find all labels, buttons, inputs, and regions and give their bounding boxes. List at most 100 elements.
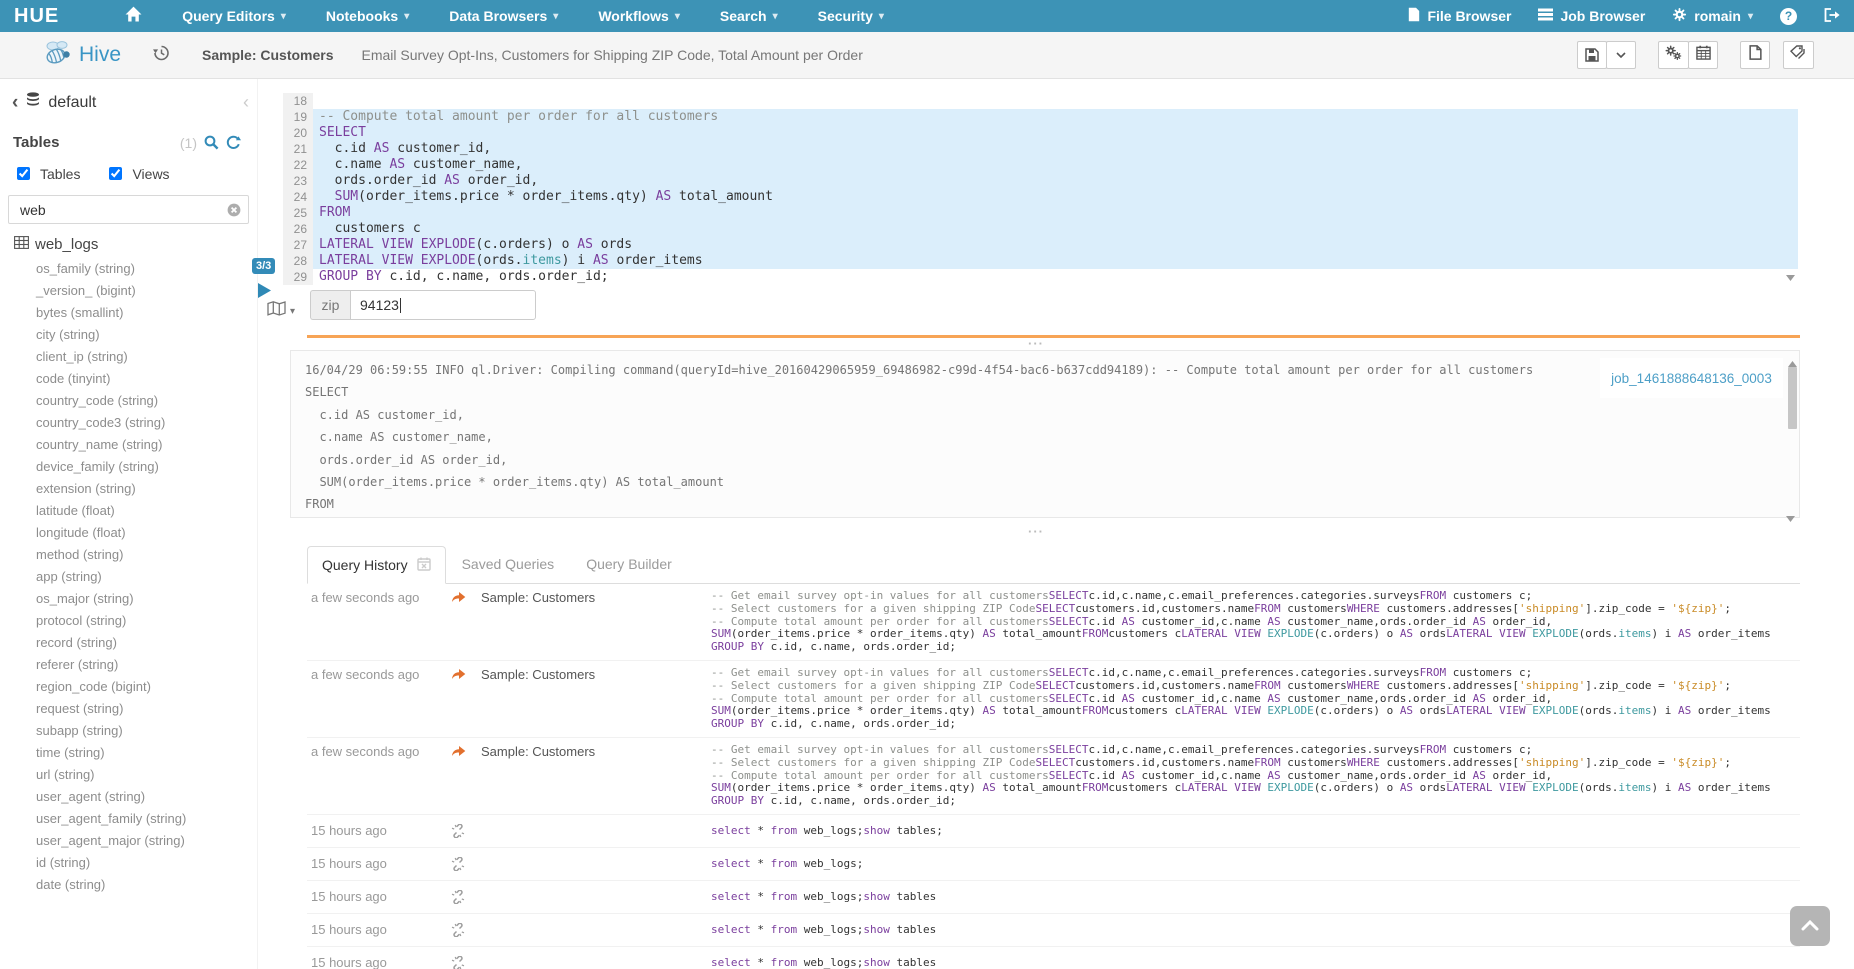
column-item[interactable]: _version_ (bigint)	[36, 280, 257, 302]
settings-button[interactable]	[1658, 41, 1689, 69]
back-chevron-icon[interactable]: ‹	[12, 96, 18, 110]
editor-line[interactable]: 19-- Compute total amount per order for …	[283, 109, 1798, 125]
hue-logo[interactable]: HUE	[14, 5, 59, 28]
variables-menu-button[interactable]: ▾	[267, 301, 295, 321]
collapse-panel-icon[interactable]: ‹	[243, 92, 249, 113]
column-item[interactable]: user_agent_major (string)	[36, 830, 257, 852]
column-item[interactable]: device_family (string)	[36, 456, 257, 478]
scroll-to-top-button[interactable]	[1790, 906, 1830, 946]
job-link[interactable]: job_1461888648136_0003	[1611, 371, 1772, 386]
views-checkbox[interactable]	[109, 167, 122, 180]
column-item[interactable]: country_code3 (string)	[36, 412, 257, 434]
tab-query-history[interactable]: Query History	[307, 546, 446, 584]
nav-menu-search[interactable]: Search▾	[720, 8, 778, 24]
column-item[interactable]: referer (string)	[36, 654, 257, 676]
column-item[interactable]: longitude (float)	[36, 522, 257, 544]
log-panel[interactable]: 16/04/29 06:59:55 INFO ql.Driver: Compil…	[290, 350, 1800, 518]
column-item[interactable]: subapp (string)	[36, 720, 257, 742]
nav-menu-security[interactable]: Security▾	[818, 8, 884, 24]
column-item[interactable]: id (string)	[36, 852, 257, 874]
refresh-icon[interactable]	[226, 135, 241, 150]
query-history-row[interactable]: a few seconds agoSample: Customers-- Get…	[307, 661, 1800, 738]
save-dropdown-button[interactable]	[1606, 41, 1636, 69]
save-button[interactable]	[1577, 41, 1607, 69]
execute-button[interactable]	[258, 283, 271, 298]
column-item[interactable]: url (string)	[36, 764, 257, 786]
editor-line[interactable]: 21 c.id AS customer_id,	[283, 141, 1798, 157]
history-icon[interactable]	[153, 45, 170, 66]
column-item[interactable]: extension (string)	[36, 478, 257, 500]
column-item[interactable]: request (string)	[36, 698, 257, 720]
editor-line[interactable]: 23 ords.order_id AS order_id,	[283, 173, 1798, 189]
editor-line[interactable]: 25FROM	[283, 205, 1798, 221]
column-item[interactable]: city (string)	[36, 324, 257, 346]
nav-menu-query-editors[interactable]: Query Editors▾	[182, 8, 286, 24]
column-item[interactable]: user_agent (string)	[36, 786, 257, 808]
help-button[interactable]: ?	[1780, 8, 1797, 25]
code-editor[interactable]: 1819-- Compute total amount per order fo…	[283, 93, 1798, 285]
new-query-button[interactable]	[1740, 41, 1770, 69]
clear-search-icon[interactable]	[227, 203, 241, 217]
query-history-row[interactable]: a few seconds agoSample: Customers-- Get…	[307, 738, 1800, 815]
logout-button[interactable]	[1824, 8, 1840, 25]
column-item[interactable]: date (string)	[36, 874, 257, 896]
editor-line[interactable]: 27LATERAL VIEW EXPLODE(c.orders) o AS or…	[283, 237, 1798, 253]
database-name[interactable]: default	[48, 94, 96, 112]
tags-button[interactable]	[1783, 41, 1814, 69]
table-item-web-logs[interactable]: web_logs	[14, 236, 257, 253]
nav-menu-workflows[interactable]: Workflows▾	[598, 8, 680, 24]
calendar-x-icon[interactable]	[417, 557, 431, 574]
editor-line[interactable]: 29GROUP BY c.id, c.name, ords.order_id;	[283, 269, 1798, 285]
nav-menu-data-browsers[interactable]: Data Browsers▾	[449, 8, 558, 24]
column-item[interactable]: protocol (string)	[36, 610, 257, 632]
query-history-row[interactable]: 15 hours agoselect * from web_logs;show …	[307, 947, 1800, 969]
column-item[interactable]: code (tinyint)	[36, 368, 257, 390]
editor-line[interactable]: 18	[283, 93, 1798, 109]
column-item[interactable]: record (string)	[36, 632, 257, 654]
editor-line[interactable]: 24 SUM(order_items.price * order_items.q…	[283, 189, 1798, 205]
log-scrollbar[interactable]	[1787, 353, 1798, 515]
query-history-row[interactable]: 15 hours agoselect * from web_logs;show …	[307, 815, 1800, 848]
nav-menu-notebooks[interactable]: Notebooks▾	[326, 8, 409, 24]
schedule-button[interactable]	[1688, 41, 1718, 69]
variable-value-input[interactable]: 94123	[350, 290, 536, 320]
editor-line[interactable]: 28LATERAL VIEW EXPLODE(ords.items) i AS …	[283, 253, 1798, 269]
resize-handle-bottom[interactable]: ···	[1028, 528, 1044, 536]
tab-query-builder[interactable]: Query Builder	[570, 546, 688, 583]
editor-line[interactable]: 26 customers c	[283, 221, 1798, 237]
file-browser-link[interactable]: File Browser	[1408, 7, 1511, 25]
app-title[interactable]: Hive	[79, 43, 121, 67]
query-name[interactable]: Sample: Customers	[202, 47, 333, 63]
table-search-input[interactable]	[18, 201, 222, 219]
editor-scroll-down-icon[interactable]	[1786, 268, 1795, 286]
history-query-name: Sample: Customers	[481, 590, 711, 605]
query-history-row[interactable]: a few seconds agoSample: Customers-- Get…	[307, 584, 1800, 661]
log-scroll-down-icon[interactable]	[1786, 509, 1795, 527]
query-history-row[interactable]: 15 hours agoselect * from web_logs;show …	[307, 914, 1800, 947]
column-item[interactable]: country_code (string)	[36, 390, 257, 412]
column-item[interactable]: time (string)	[36, 742, 257, 764]
scrollbar-thumb[interactable]	[1788, 367, 1797, 429]
tables-checkbox[interactable]	[17, 167, 30, 180]
column-item[interactable]: region_code (bigint)	[36, 676, 257, 698]
search-toggle-button[interactable]	[204, 135, 219, 150]
line-number: 23	[283, 173, 313, 189]
editor-line[interactable]: 20SELECT	[283, 125, 1798, 141]
resize-handle-top[interactable]: ···	[1028, 340, 1044, 348]
query-history-row[interactable]: 15 hours agoselect * from web_logs;show …	[307, 881, 1800, 914]
column-item[interactable]: os_family (string)	[36, 258, 257, 280]
column-item[interactable]: client_ip (string)	[36, 346, 257, 368]
home-button[interactable]	[125, 6, 142, 27]
tab-saved-queries[interactable]: Saved Queries	[446, 546, 571, 583]
column-item[interactable]: os_major (string)	[36, 588, 257, 610]
job-browser-link[interactable]: Job Browser	[1538, 8, 1645, 24]
user-menu[interactable]: romain ▾	[1672, 7, 1753, 25]
column-item[interactable]: app (string)	[36, 566, 257, 588]
query-history-row[interactable]: 15 hours agoselect * from web_logs;	[307, 848, 1800, 881]
column-item[interactable]: latitude (float)	[36, 500, 257, 522]
editor-line[interactable]: 22 c.name AS customer_name,	[283, 157, 1798, 173]
column-item[interactable]: method (string)	[36, 544, 257, 566]
column-item[interactable]: bytes (smallint)	[36, 302, 257, 324]
column-item[interactable]: country_name (string)	[36, 434, 257, 456]
column-item[interactable]: user_agent_family (string)	[36, 808, 257, 830]
